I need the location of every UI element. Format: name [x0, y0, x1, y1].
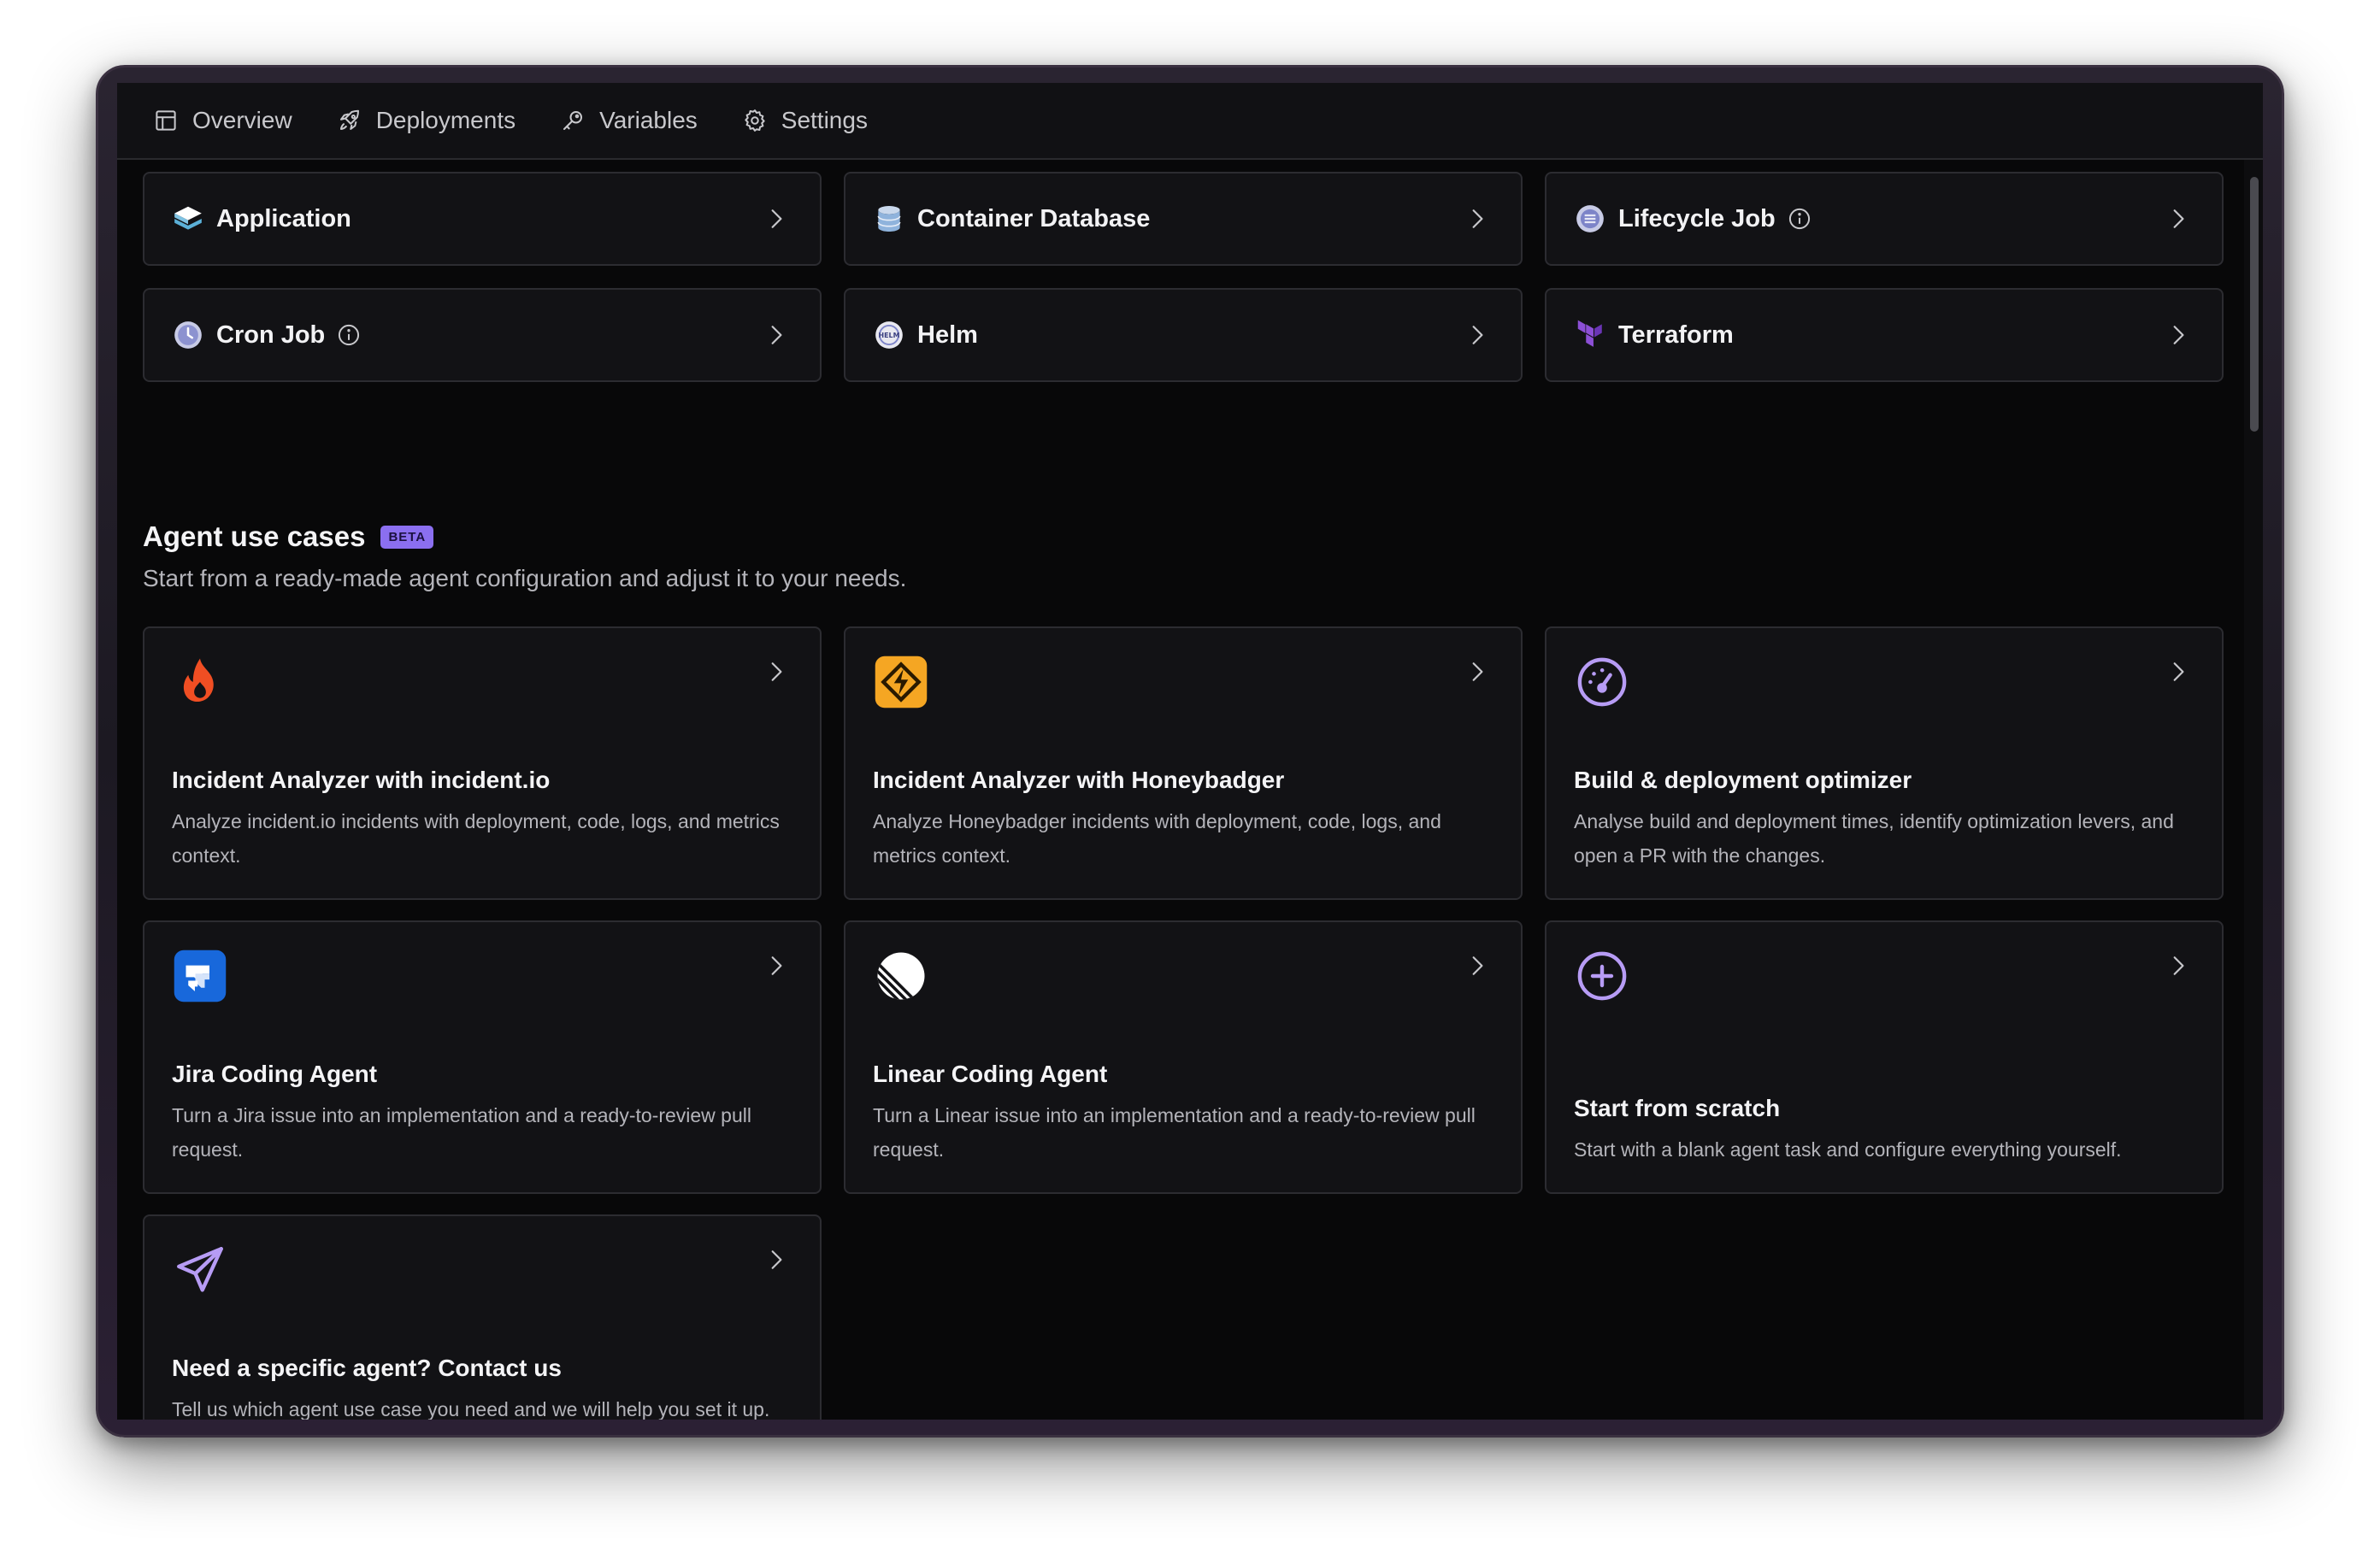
type-card-lifecycle-job[interactable]: Lifecycle Job [1545, 172, 2224, 266]
chevron-right-icon [1472, 326, 1483, 344]
top-nav: Overview Deployments Variables Settings [117, 83, 2263, 160]
layout-icon [153, 108, 179, 133]
agent-description: Turn a Linear issue into an implementati… [873, 1104, 1476, 1161]
agent-title: Jira Coding Agent [172, 1061, 378, 1087]
gauge-icon [1574, 654, 1630, 710]
agent-title: Need a specific agent? Contact us [172, 1355, 562, 1381]
agent-description: Analyze Honeybadger incidents with deplo… [873, 810, 1441, 867]
agent-description: Start with a blank agent task and config… [1574, 1138, 2122, 1161]
chevron-right-icon [1472, 956, 1483, 975]
jira-icon [172, 948, 228, 1004]
section-subtitle: Start from a ready-made agent configurat… [143, 565, 907, 591]
database-icon [873, 203, 905, 235]
agent-card-grid: Incident Analyzer with incident.io Analy… [143, 626, 2224, 1420]
agent-title: Incident Analyzer with Honeybadger [873, 767, 1285, 793]
lifecycle-icon [1574, 203, 1606, 235]
chevron-right-icon [1472, 662, 1483, 681]
app-window: Overview Deployments Variables Settings [117, 83, 2263, 1420]
agent-description: Turn a Jira issue into an implementation… [172, 1104, 751, 1161]
chevron-right-icon [771, 956, 782, 975]
type-label: Application [216, 204, 351, 232]
agent-card-build-optimizer[interactable]: Build & deployment optimizer Analyse bui… [1545, 626, 2224, 900]
key-icon [560, 108, 586, 133]
clock-icon [172, 319, 204, 351]
plus-circle-icon [1574, 948, 1630, 1004]
chevron-right-icon [771, 209, 782, 228]
type-card-container-database[interactable]: Container Database [844, 172, 1523, 266]
agent-title: Incident Analyzer with incident.io [172, 767, 551, 793]
agent-description: Analyze incident.io incidents with deplo… [172, 810, 780, 867]
type-card-application[interactable]: Application [143, 172, 822, 266]
nav-label: Deployments [375, 107, 516, 133]
agent-title: Start from scratch [1574, 1095, 1781, 1121]
agent-section-header: Agent use cases BETA [143, 520, 434, 553]
nav-label: Overview [192, 107, 292, 133]
agent-card-honeybadger[interactable]: Incident Analyzer with Honeybadger Analy… [844, 626, 1523, 900]
agent-title: Linear Coding Agent [873, 1061, 1108, 1087]
flame-icon [172, 654, 228, 710]
nav-label: Variables [599, 107, 698, 133]
layers-icon [172, 203, 204, 235]
section-title: Agent use cases [143, 520, 366, 552]
chevron-right-icon [771, 1250, 782, 1269]
chevron-right-icon [2173, 956, 2184, 975]
agent-card-contact-us[interactable]: Need a specific agent? Contact us Tell u… [143, 1214, 822, 1420]
chevron-right-icon [771, 662, 782, 681]
terraform-icon [1574, 319, 1606, 351]
chevron-right-icon [2173, 662, 2184, 681]
agent-card-incident-io[interactable]: Incident Analyzer with incident.io Analy… [143, 626, 822, 900]
linear-icon [873, 948, 929, 1004]
send-icon [172, 1242, 228, 1298]
honeybadger-icon [873, 654, 929, 710]
scrollbar[interactable] [2244, 160, 2263, 1420]
agent-card-linear[interactable]: Linear Coding Agent Turn a Linear issue … [844, 920, 1523, 1194]
type-card-terraform[interactable]: Terraform [1545, 288, 2224, 382]
nav-deployments[interactable]: Deployments [337, 107, 515, 134]
type-label: Terraform [1618, 320, 1734, 349]
type-card-cron-job[interactable]: Cron Job [143, 288, 822, 382]
chevron-right-icon [2173, 326, 2184, 344]
beta-badge: BETA [380, 525, 434, 549]
info-icon[interactable] [1788, 207, 1812, 231]
agent-card-start-from-scratch[interactable]: Start from scratch Start with a blank ag… [1545, 920, 2224, 1194]
agent-card-jira[interactable]: Jira Coding Agent Turn a Jira issue into… [143, 920, 822, 1194]
type-card-helm[interactable]: HELM Helm [844, 288, 1523, 382]
type-label: Helm [917, 320, 978, 349]
svg-text:HELM: HELM [879, 332, 900, 339]
nav-settings[interactable]: Settings [742, 107, 868, 134]
helm-icon: HELM [873, 319, 905, 351]
chevron-right-icon [2173, 209, 2184, 228]
type-label: Lifecycle Job [1618, 204, 1776, 232]
main-content: Application Container Database Lifecycle… [117, 160, 2263, 1420]
agent-description: Analyse build and deployment times, iden… [1574, 810, 2174, 867]
service-type-grid: Application Container Database Lifecycle… [143, 172, 2224, 382]
agent-title: Build & deployment optimizer [1574, 767, 1912, 793]
nav-label: Settings [781, 107, 868, 133]
chevron-right-icon [771, 326, 782, 344]
chevron-right-icon [1472, 209, 1483, 228]
agent-description: Tell us which agent use case you need an… [172, 1398, 770, 1420]
scrollbar-thumb[interactable] [2250, 177, 2259, 432]
device-frame: Overview Deployments Variables Settings [96, 65, 2284, 1438]
nav-variables[interactable]: Variables [560, 107, 698, 134]
gear-icon [742, 108, 768, 133]
type-label: Container Database [917, 204, 1151, 232]
rocket-icon [337, 108, 362, 133]
nav-overview[interactable]: Overview [153, 107, 292, 134]
info-icon[interactable] [337, 323, 361, 347]
type-label: Cron Job [216, 320, 326, 349]
